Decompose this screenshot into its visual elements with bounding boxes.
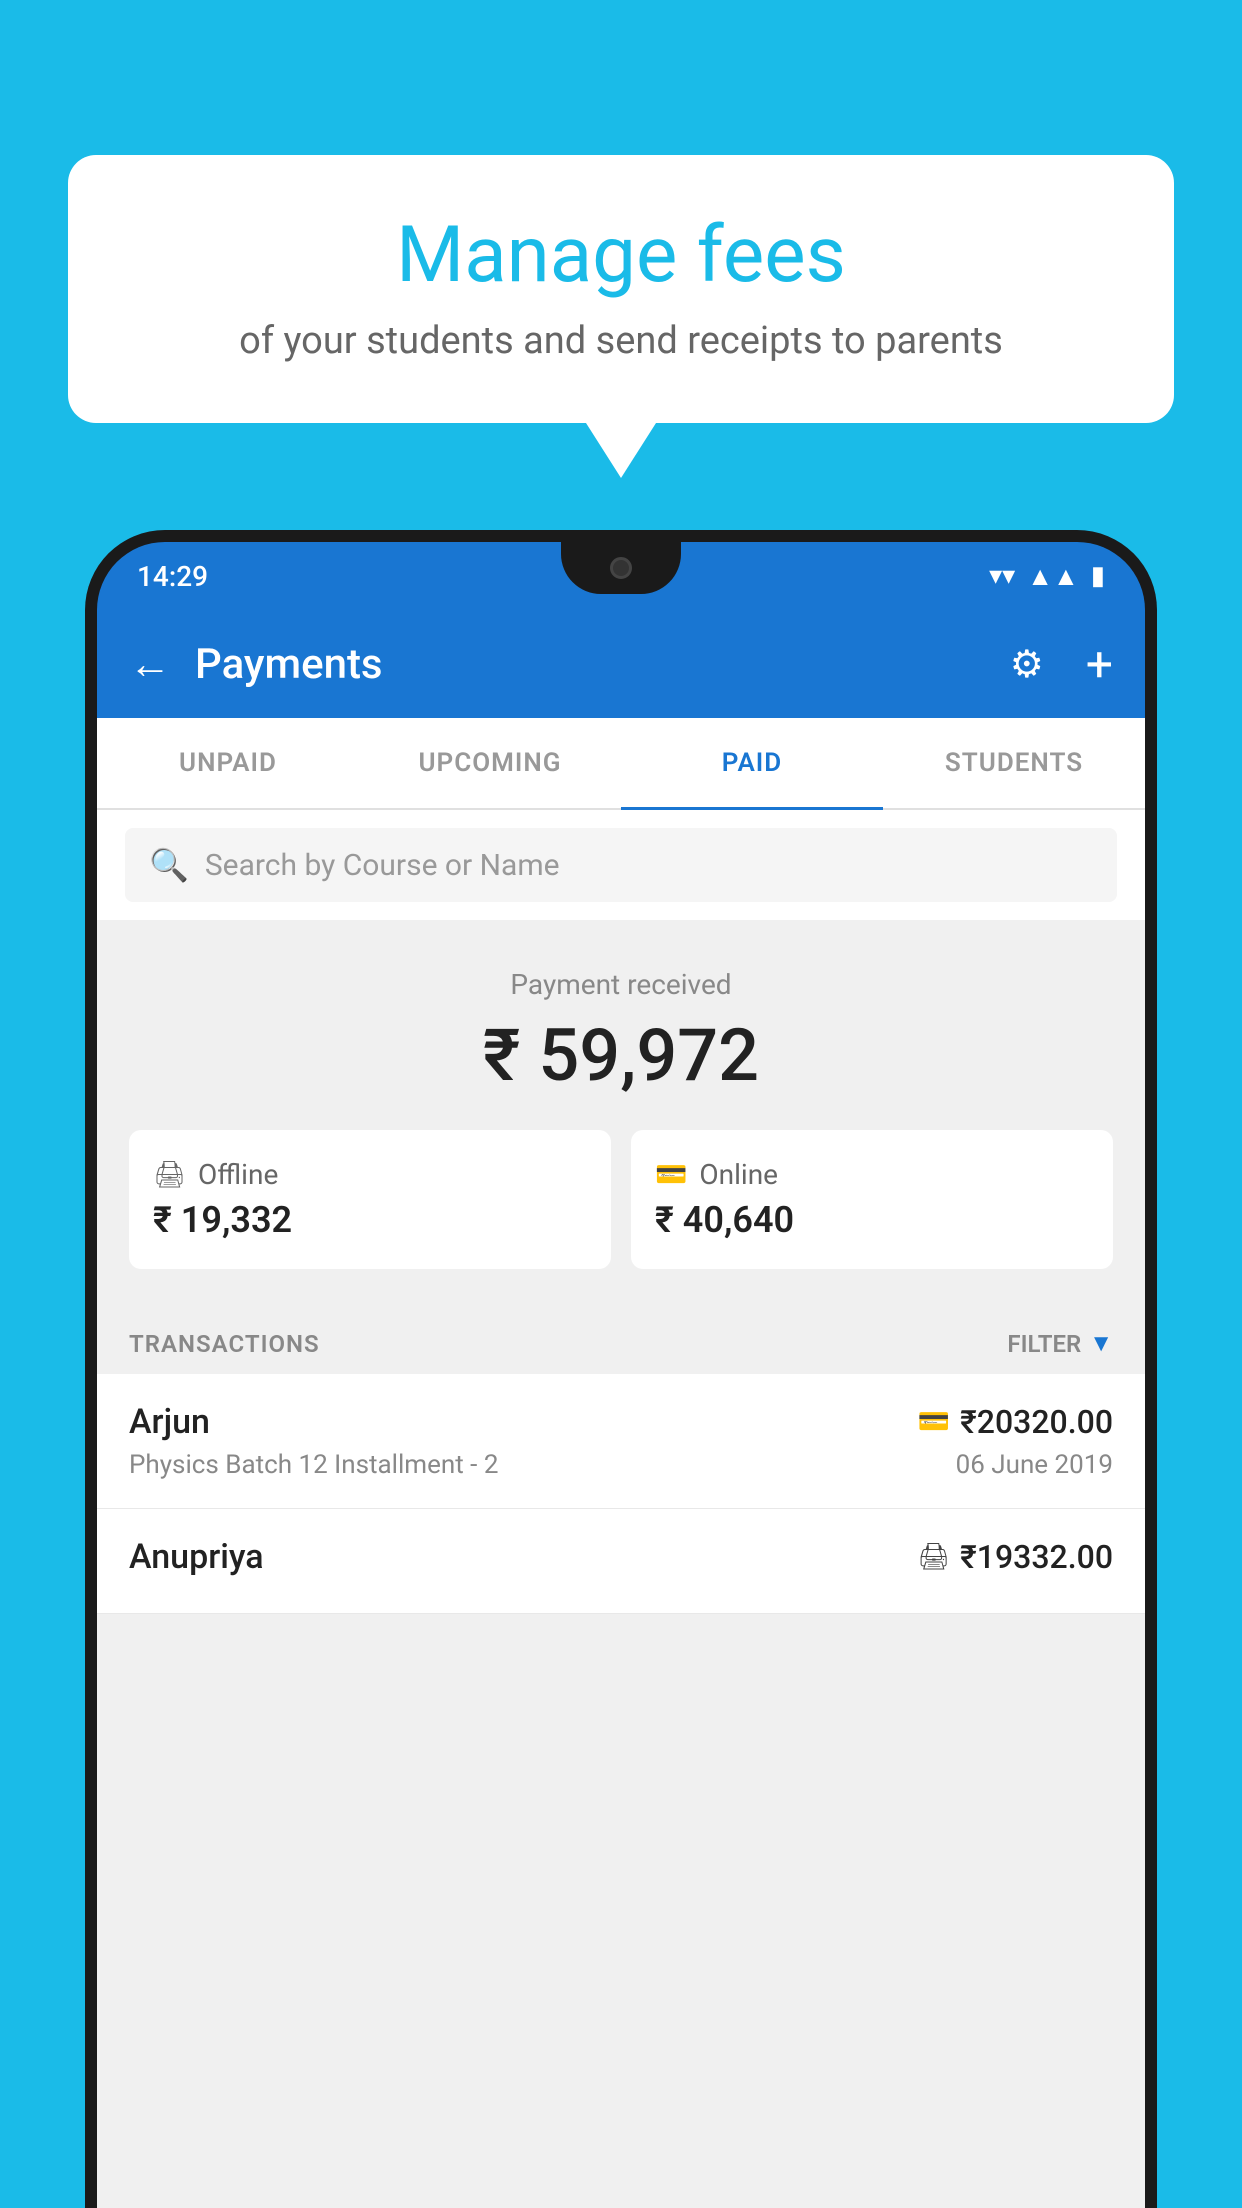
tab-unpaid[interactable]: UNPAID — [97, 718, 359, 810]
transaction-date: 06 June 2019 — [956, 1450, 1113, 1480]
search-bar[interactable]: 🔍 Search by Course or Name — [125, 828, 1117, 902]
table-row[interactable]: Anupriya 🖨 ₹19332.00 — [97, 1509, 1145, 1614]
filter-label: FILTER — [1007, 1330, 1081, 1358]
front-camera — [610, 557, 632, 579]
phone-frame: 14:29 ▾▾ ▲▲ ▮ ← Payments ⚙ + — [85, 530, 1157, 2208]
signal-icon: ▲▲ — [1027, 561, 1078, 592]
payment-total-amount: ₹ 59,972 — [129, 1013, 1113, 1098]
offline-payment-icon: 🖨 — [917, 1542, 950, 1572]
status-icons: ▾▾ ▲▲ ▮ — [989, 561, 1105, 592]
offline-label: Offline — [198, 1158, 278, 1191]
tabs-container: UNPAID UPCOMING PAID STUDENTS — [97, 718, 1145, 810]
offline-card-header: 🖨 Offline — [153, 1158, 278, 1191]
back-button[interactable]: ← — [129, 640, 171, 689]
wifi-icon: ▾▾ — [989, 561, 1015, 591]
transactions-list: Arjun 💳 ₹20320.00 Physics Batch 12 Insta… — [97, 1374, 1145, 1614]
transaction-amount-wrapper: 🖨 ₹19332.00 — [917, 1538, 1113, 1576]
speech-bubble-tail — [586, 423, 656, 478]
payment-received-label: Payment received — [129, 968, 1113, 1001]
settings-icon[interactable]: ⚙ — [1010, 642, 1044, 687]
transactions-label: TRANSACTIONS — [129, 1330, 320, 1358]
speech-bubble: Manage fees of your students and send re… — [68, 155, 1174, 423]
phone-inner: 14:29 ▾▾ ▲▲ ▮ ← Payments ⚙ + — [97, 542, 1145, 2208]
transaction-desc: Physics Batch 12 Installment - 2 — [129, 1450, 498, 1480]
speech-bubble-title: Manage fees — [128, 210, 1114, 301]
transaction-name: Anupriya — [129, 1537, 264, 1577]
page-title: Payments — [195, 640, 986, 689]
tab-upcoming[interactable]: UPCOMING — [359, 718, 621, 810]
transaction-amount: ₹20320.00 — [960, 1403, 1113, 1441]
table-row[interactable]: Arjun 💳 ₹20320.00 Physics Batch 12 Insta… — [97, 1374, 1145, 1509]
online-label: Online — [699, 1158, 778, 1191]
transaction-bottom: Physics Batch 12 Installment - 2 06 June… — [129, 1450, 1113, 1480]
transaction-amount: ₹19332.00 — [960, 1538, 1113, 1576]
offline-icon: 🖨 — [153, 1160, 186, 1190]
tab-students[interactable]: STUDENTS — [883, 718, 1145, 810]
transactions-header: TRANSACTIONS FILTER ▼ — [97, 1301, 1145, 1374]
speech-bubble-subtitle: of your students and send receipts to pa… — [128, 319, 1114, 363]
online-amount: ₹ 40,640 — [655, 1199, 794, 1241]
add-button[interactable]: + — [1086, 636, 1113, 693]
payment-cards: 🖨 Offline ₹ 19,332 💳 Online ₹ 40,640 — [129, 1130, 1113, 1269]
filter-button[interactable]: FILTER ▼ — [1007, 1329, 1113, 1358]
battery-icon: ▮ — [1091, 561, 1105, 591]
transaction-top: Anupriya 🖨 ₹19332.00 — [129, 1537, 1113, 1577]
offline-amount: ₹ 19,332 — [153, 1199, 292, 1241]
search-container: 🔍 Search by Course or Name — [97, 810, 1145, 920]
transaction-top: Arjun 💳 ₹20320.00 — [129, 1402, 1113, 1442]
status-time: 14:29 — [137, 560, 208, 593]
search-icon: 🔍 — [149, 846, 189, 884]
filter-icon: ▼ — [1089, 1329, 1113, 1358]
speech-bubble-container: Manage fees of your students and send re… — [68, 155, 1174, 478]
search-input[interactable]: Search by Course or Name — [205, 848, 560, 883]
online-card: 💳 Online ₹ 40,640 — [631, 1130, 1113, 1269]
online-card-header: 💳 Online — [655, 1158, 778, 1191]
transaction-amount-wrapper: 💳 ₹20320.00 — [918, 1403, 1113, 1441]
app-header: ← Payments ⚙ + — [97, 610, 1145, 718]
phone-notch — [561, 542, 681, 594]
online-payment-icon: 💳 — [918, 1407, 950, 1437]
app-screen: ← Payments ⚙ + UNPAID UPCOMING PAID — [97, 610, 1145, 2208]
payment-summary: Payment received ₹ 59,972 🖨 Offline ₹ 19… — [97, 920, 1145, 1301]
online-icon: 💳 — [655, 1160, 687, 1190]
transaction-name: Arjun — [129, 1402, 210, 1442]
tab-paid[interactable]: PAID — [621, 718, 883, 810]
offline-card: 🖨 Offline ₹ 19,332 — [129, 1130, 611, 1269]
